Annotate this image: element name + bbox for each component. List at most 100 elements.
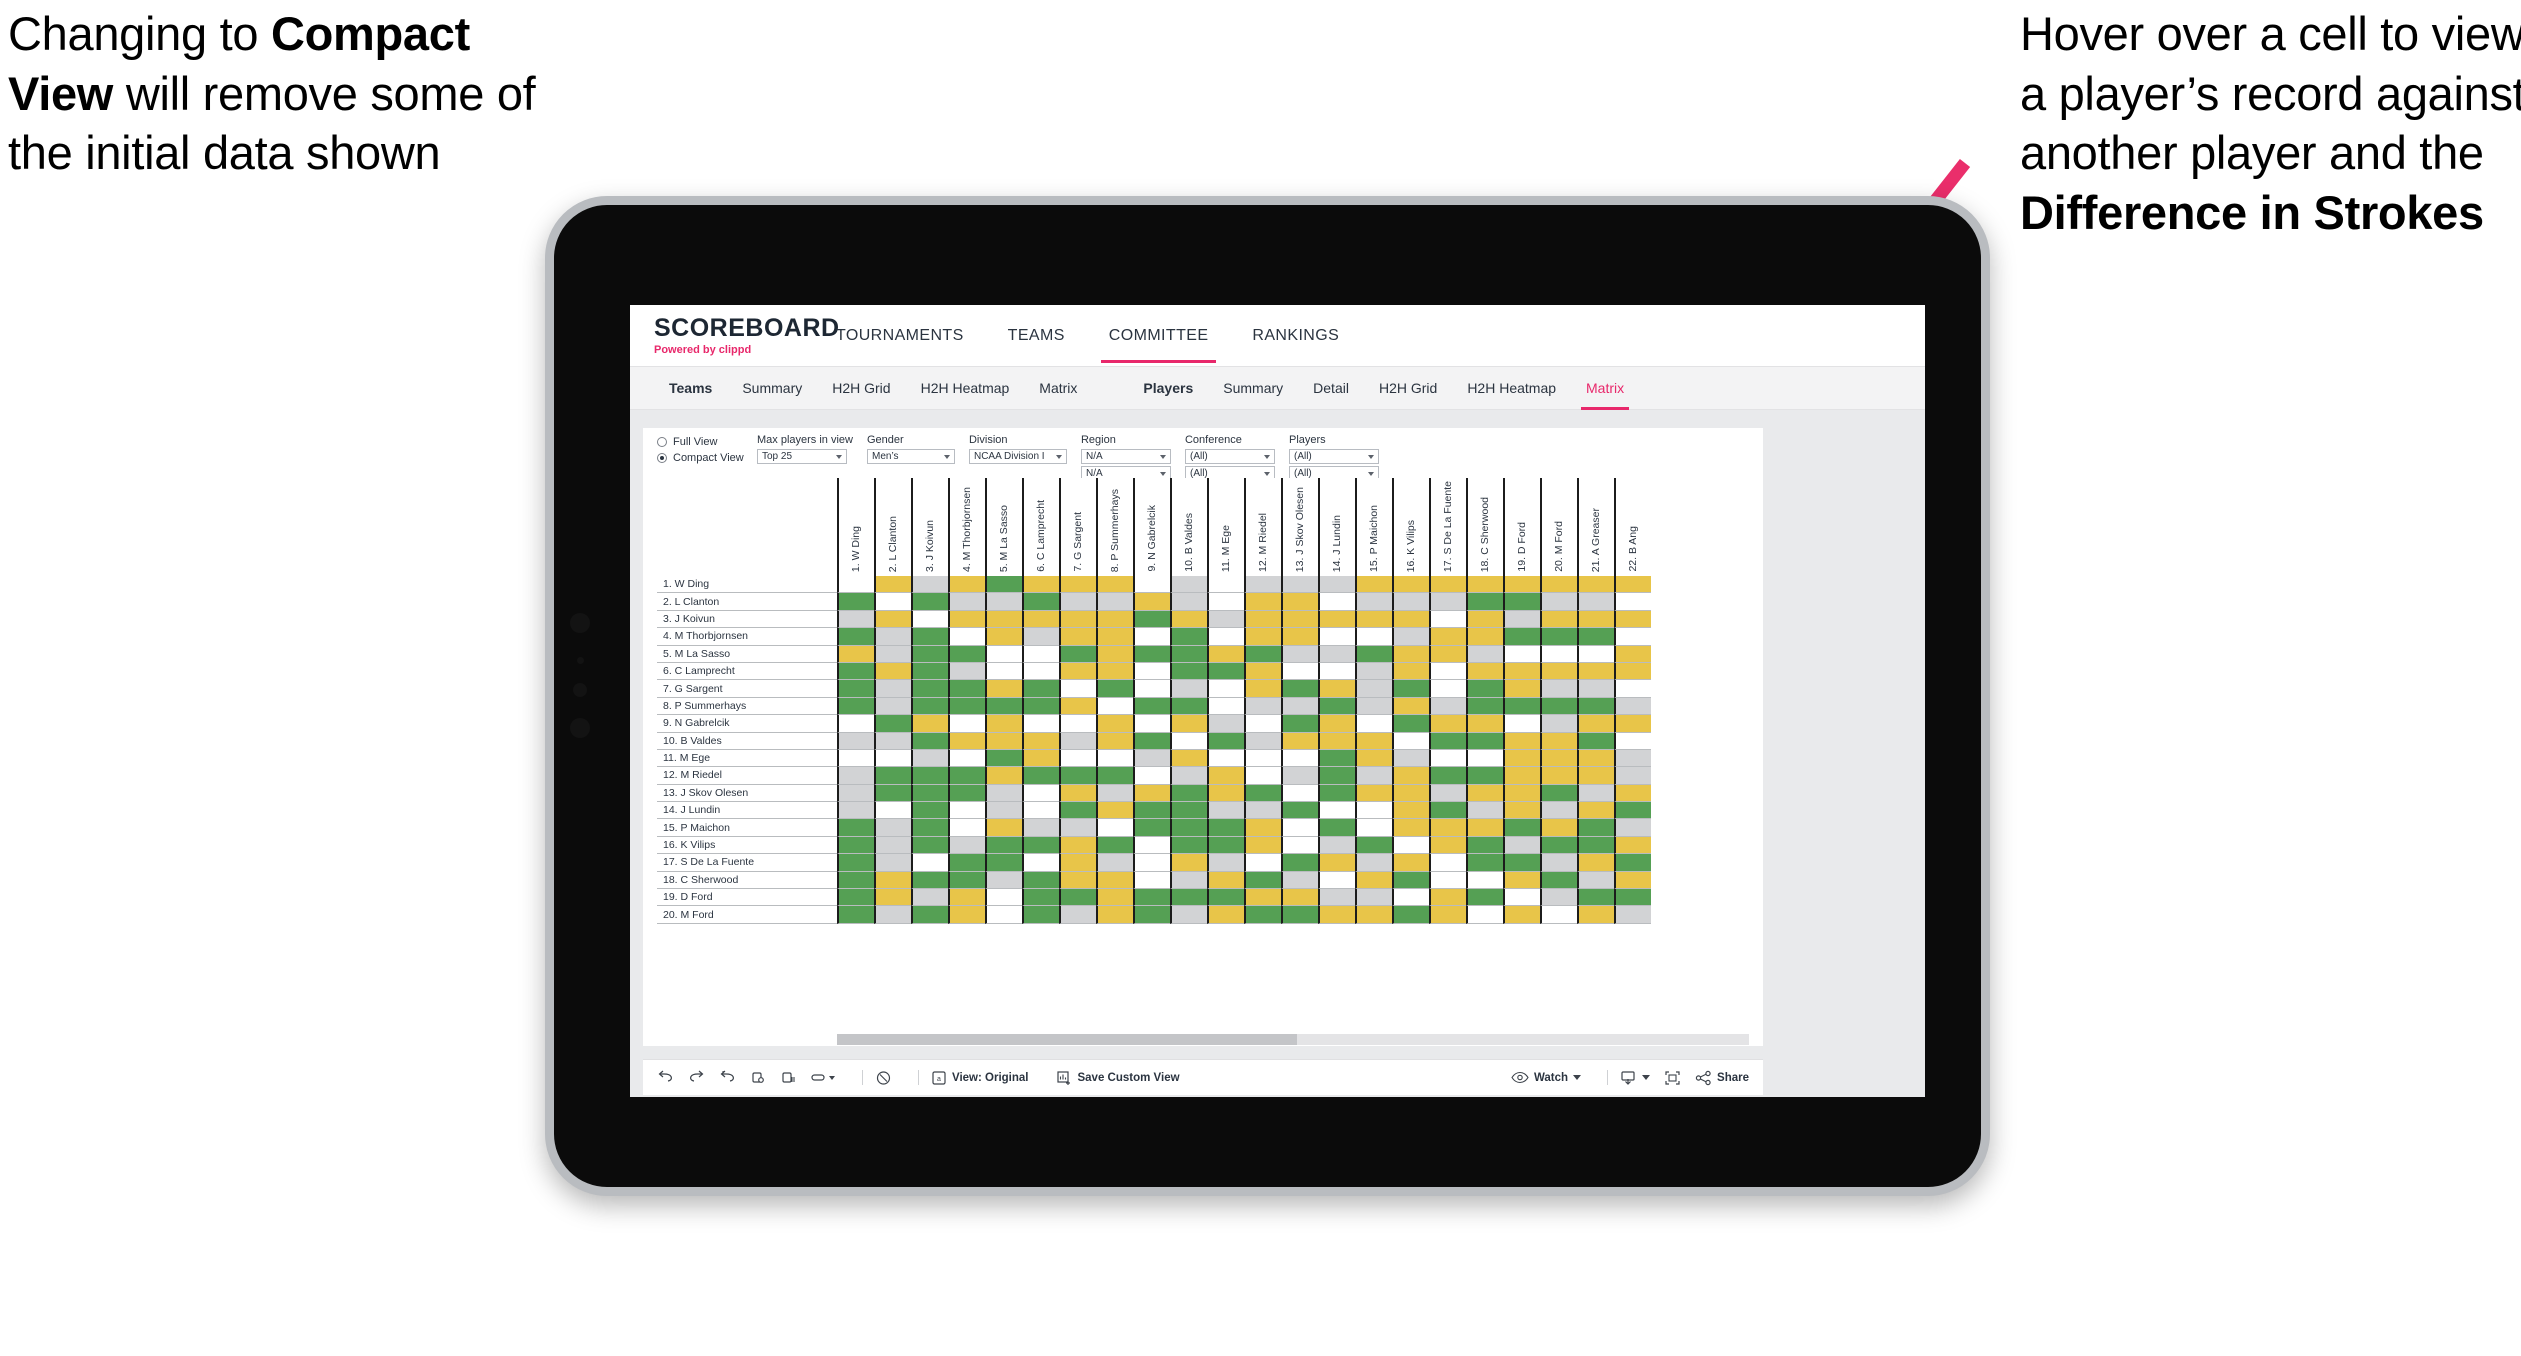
matrix-cell[interactable] <box>1429 593 1466 611</box>
matrix-cell[interactable] <box>1170 749 1207 768</box>
top-nav-item-tournaments[interactable]: TOURNAMENTS <box>814 309 986 363</box>
matrix-cell[interactable] <box>1170 645 1207 663</box>
matrix-cell[interactable] <box>1022 715 1059 733</box>
matrix-cell[interactable] <box>1133 645 1170 663</box>
matrix-cell[interactable] <box>1614 628 1651 646</box>
matrix-cell[interactable] <box>1540 610 1577 629</box>
matrix-cell[interactable] <box>874 906 911 924</box>
matrix-cell[interactable] <box>1133 576 1170 594</box>
matrix-cell[interactable] <box>1170 854 1207 872</box>
matrix-cell[interactable] <box>1355 871 1392 890</box>
matrix-cell[interactable] <box>1355 906 1392 924</box>
matrix-cell[interactable] <box>1207 593 1244 611</box>
redo-button[interactable] <box>688 1070 705 1085</box>
help-icon[interactable] <box>875 1070 892 1086</box>
matrix-cell[interactable] <box>1059 610 1096 629</box>
matrix-col-header[interactable]: 10. B Valdes <box>1170 478 1207 576</box>
matrix-cell[interactable] <box>1207 610 1244 629</box>
matrix-cell[interactable] <box>1503 610 1540 629</box>
matrix-cell[interactable] <box>1059 802 1096 820</box>
matrix-cell[interactable] <box>1096 680 1133 698</box>
matrix-cell[interactable] <box>874 610 911 629</box>
matrix-cell[interactable] <box>1133 680 1170 698</box>
matrix-cell[interactable] <box>1466 610 1503 629</box>
filter-select[interactable]: (All) <box>1288 449 1379 464</box>
matrix-cell[interactable] <box>1133 628 1170 646</box>
matrix-cell[interactable] <box>1466 645 1503 663</box>
matrix-cell[interactable] <box>1429 576 1466 594</box>
matrix-cell[interactable] <box>911 802 948 820</box>
filter-select[interactable]: (All) <box>1184 449 1275 464</box>
matrix-cell[interactable] <box>1022 680 1059 698</box>
matrix-cell[interactable] <box>874 662 911 681</box>
matrix-row-label[interactable]: 8. P Summerhays <box>657 697 837 716</box>
matrix-col-header[interactable]: 3. J Koivun <box>911 478 948 576</box>
matrix-cell[interactable] <box>985 610 1022 629</box>
matrix-cell[interactable] <box>1355 662 1392 681</box>
matrix-cell[interactable] <box>1096 628 1133 646</box>
matrix-cell[interactable] <box>1429 906 1466 924</box>
matrix-cell[interactable] <box>1429 628 1466 646</box>
matrix-cell[interactable] <box>1577 610 1614 629</box>
matrix-cell[interactable] <box>1355 645 1392 663</box>
matrix-cell[interactable] <box>1096 871 1133 890</box>
matrix-cell[interactable] <box>948 697 985 716</box>
matrix-cell[interactable] <box>1318 715 1355 733</box>
matrix-cell[interactable] <box>1429 871 1466 890</box>
top-nav-item-rankings[interactable]: RANKINGS <box>1230 309 1361 363</box>
matrix-cell[interactable] <box>1355 715 1392 733</box>
matrix-cell[interactable] <box>1244 680 1281 698</box>
matrix-cell[interactable] <box>1614 680 1651 698</box>
matrix-cell[interactable] <box>1059 767 1096 785</box>
matrix-cell[interactable] <box>1281 749 1318 768</box>
matrix-cell[interactable] <box>948 576 985 594</box>
matrix-cell[interactable] <box>1466 662 1503 681</box>
matrix-col-header[interactable]: 1. W Ding <box>837 478 874 576</box>
matrix-cell[interactable] <box>1022 593 1059 611</box>
matrix-cell[interactable] <box>1577 697 1614 716</box>
matrix-cell[interactable] <box>1022 906 1059 924</box>
matrix-cell[interactable] <box>1022 749 1059 768</box>
matrix-cell[interactable] <box>1614 593 1651 611</box>
matrix-cell[interactable] <box>1170 784 1207 803</box>
matrix-cell[interactable] <box>948 836 985 855</box>
matrix-cell[interactable] <box>837 906 874 924</box>
matrix-col-header[interactable]: 9. N Gabrelcik <box>1133 478 1170 576</box>
matrix-cell[interactable] <box>1281 836 1318 855</box>
matrix-cell[interactable] <box>911 715 948 733</box>
subnav-teams-matrix[interactable]: Matrix <box>1024 369 1092 407</box>
matrix-cell[interactable] <box>1133 749 1170 768</box>
matrix-cell[interactable] <box>1614 576 1651 594</box>
matrix-cell[interactable] <box>1059 628 1096 646</box>
matrix-col-header[interactable]: 5. M La Sasso <box>985 478 1022 576</box>
matrix-cell[interactable] <box>1096 576 1133 594</box>
matrix-cell[interactable] <box>985 889 1022 907</box>
radio-button-icon[interactable] <box>657 453 667 463</box>
matrix-cell[interactable] <box>1059 836 1096 855</box>
matrix-cell[interactable] <box>911 680 948 698</box>
matrix-cell[interactable] <box>1503 906 1540 924</box>
matrix-row-label[interactable]: 17. S De La Fuente <box>657 854 837 872</box>
matrix-cell[interactable] <box>1281 576 1318 594</box>
matrix-cell[interactable] <box>1059 906 1096 924</box>
matrix-cell[interactable] <box>874 749 911 768</box>
matrix-cell[interactable] <box>837 889 874 907</box>
matrix-cell[interactable] <box>1577 767 1614 785</box>
matrix-cell[interactable] <box>1318 680 1355 698</box>
matrix-cell[interactable] <box>1207 854 1244 872</box>
matrix-cell[interactable] <box>1466 767 1503 785</box>
matrix-cell[interactable] <box>1540 906 1577 924</box>
matrix-cell[interactable] <box>1170 836 1207 855</box>
matrix-cell[interactable] <box>1170 610 1207 629</box>
matrix-cell[interactable] <box>985 906 1022 924</box>
matrix-row-label[interactable]: 12. M Riedel <box>657 767 837 785</box>
matrix-cell[interactable] <box>1318 645 1355 663</box>
matrix-cell[interactable] <box>1392 906 1429 924</box>
download-dropdown[interactable] <box>1620 1070 1651 1086</box>
matrix-cell[interactable] <box>1392 715 1429 733</box>
matrix-cell[interactable] <box>1503 697 1540 716</box>
matrix-cell[interactable] <box>837 593 874 611</box>
matrix-cell[interactable] <box>1503 576 1540 594</box>
matrix-cell[interactable] <box>874 732 911 750</box>
matrix-cell[interactable] <box>1244 767 1281 785</box>
